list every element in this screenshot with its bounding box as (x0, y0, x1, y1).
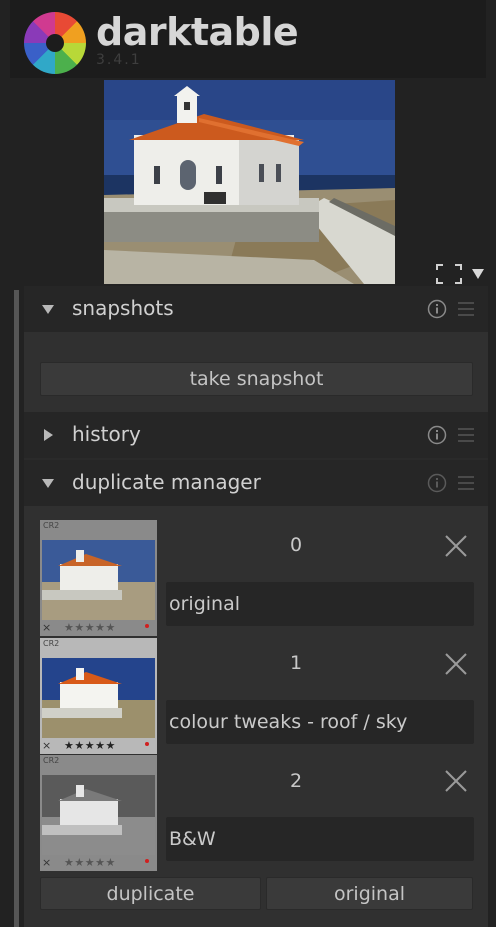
module-title-snapshots: snapshots (72, 296, 174, 320)
app-version: 3.4.1 (96, 52, 142, 68)
collapse-panel-icon[interactable] (470, 266, 486, 282)
duplicate-thumbnail[interactable]: CR2 × ★★★★★ (40, 638, 157, 754)
presets-menu-icon[interactable] (456, 472, 476, 494)
fullscreen-icon[interactable] (436, 264, 462, 284)
duplicate-thumbnail[interactable]: CR2 × ★★★★★ (40, 755, 157, 871)
duplicate-name-field[interactable]: original (166, 582, 474, 626)
duplicate-name-field[interactable]: B&W (166, 817, 474, 861)
file-format-label: CR2 (43, 639, 60, 648)
original-button[interactable]: original (266, 877, 473, 910)
star-rating[interactable]: ★★★★★ (64, 739, 116, 752)
info-icon[interactable] (426, 472, 448, 494)
duplicate-name-field[interactable]: colour tweaks - roof / sky (166, 700, 474, 744)
info-icon[interactable] (426, 298, 448, 320)
delete-duplicate-icon[interactable] (442, 767, 470, 795)
color-label-dot (145, 742, 149, 746)
duplicate-version-number: 2 (289, 770, 303, 792)
module-title-history: history (72, 422, 141, 446)
color-label-dot (145, 624, 149, 628)
thumbnail-image (42, 775, 155, 855)
presets-menu-icon[interactable] (456, 298, 476, 320)
duplicate-thumbnail[interactable]: CR2 × ★★★★★ (40, 520, 157, 636)
app-title: darktable (96, 10, 299, 54)
triangle-right-icon (40, 427, 56, 443)
panel-scroll-rail[interactable] (14, 290, 19, 927)
thumbnail-image (42, 540, 155, 620)
reject-icon[interactable]: × (42, 621, 51, 634)
triangle-down-icon (40, 301, 56, 317)
module-title-duplicate-manager: duplicate manager (72, 470, 261, 494)
darktable-logo-icon (24, 12, 86, 74)
duplicate-version-number: 0 (289, 534, 303, 556)
file-format-label: CR2 (43, 521, 60, 530)
navigation-preview[interactable] (104, 80, 395, 284)
info-icon[interactable] (426, 424, 448, 446)
star-rating[interactable]: ★★★★★ (64, 856, 116, 869)
reject-icon[interactable]: × (42, 856, 51, 869)
file-format-label: CR2 (43, 756, 60, 765)
star-rating[interactable]: ★★★★★ (64, 621, 116, 634)
reject-icon[interactable]: × (42, 739, 51, 752)
presets-menu-icon[interactable] (456, 424, 476, 446)
app-header: darktable 3.4.1 (10, 0, 486, 78)
duplicate-button[interactable]: duplicate (40, 877, 261, 910)
delete-duplicate-icon[interactable] (442, 650, 470, 678)
module-header-history[interactable]: history (24, 412, 488, 458)
thumbnail-image (42, 658, 155, 738)
module-header-duplicate-manager[interactable]: duplicate manager (24, 460, 488, 506)
take-snapshot-button[interactable]: take snapshot (40, 362, 473, 396)
module-header-snapshots[interactable]: snapshots (24, 286, 488, 332)
triangle-down-icon (40, 475, 56, 491)
duplicate-version-number: 1 (289, 652, 303, 674)
color-label-dot (145, 859, 149, 863)
delete-duplicate-icon[interactable] (442, 532, 470, 560)
